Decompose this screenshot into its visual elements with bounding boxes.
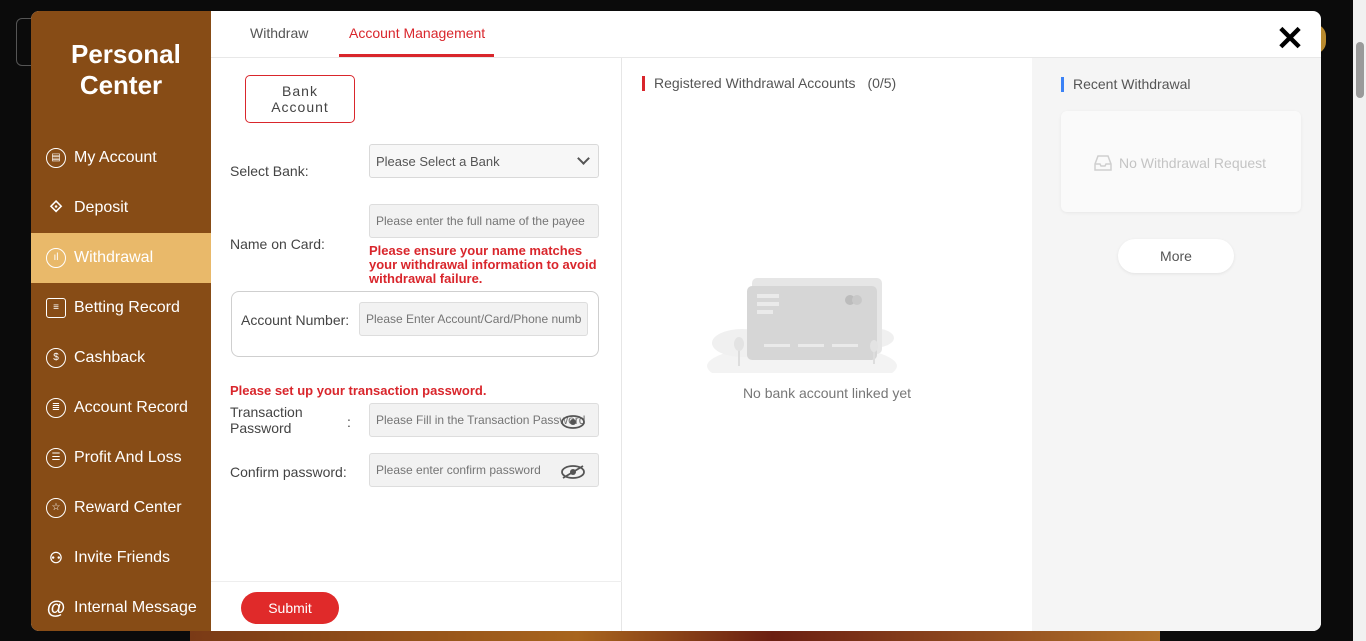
registered-accounts-panel: Registered Withdrawal Accounts (0/5) No … xyxy=(622,58,1032,631)
transaction-password-label: Transaction Password xyxy=(230,404,303,436)
sidebar-item-reward-center[interactable]: ☆ Reward Center xyxy=(31,483,211,533)
label-colon: : xyxy=(304,163,309,179)
registered-accounts-title: Registered Withdrawal Accounts (0/5) xyxy=(642,75,896,91)
clipboard-icon: ≡ xyxy=(46,298,66,318)
recent-withdrawal-title: Recent Withdrawal xyxy=(1061,76,1191,92)
bank-account-button[interactable]: Bank Account xyxy=(245,75,355,123)
account-form: Bank Account Select Bank: Please Select … xyxy=(211,58,622,631)
sidebar-item-my-account[interactable]: ▤ My Account xyxy=(31,133,211,183)
at-icon: @ xyxy=(46,597,66,619)
bank-select[interactable]: Please Select a Bank xyxy=(369,144,599,178)
label-colon: : xyxy=(321,236,325,252)
page-scrollbar[interactable] xyxy=(1353,0,1366,641)
no-withdrawal-request-text: No Withdrawal Request xyxy=(1119,155,1267,171)
sidebar-item-label: Invite Friends xyxy=(74,549,171,566)
sidebar-item-label: Profit And Loss xyxy=(74,449,182,466)
money-bag-icon: $ xyxy=(46,348,66,368)
ticket-icon: ⟐ xyxy=(49,199,63,216)
chevron-down-icon xyxy=(577,152,590,165)
recent-withdrawal-title-text: Recent Withdrawal xyxy=(1073,76,1191,92)
wallet-icon: ▤ xyxy=(46,148,66,168)
sidebar-nav: ▤ My Account ⟐ Deposit ıl Withdrawal ≡ B… xyxy=(31,133,211,631)
label-colon: : xyxy=(342,464,347,480)
account-number-group: Account Number: xyxy=(231,291,599,357)
inbox-icon xyxy=(1094,155,1112,171)
form-footer: Submit xyxy=(211,581,622,631)
title-accent-bar xyxy=(1061,77,1064,92)
personal-center-modal: Personal Center ▤ My Account ⟐ Deposit ı… xyxy=(31,11,1321,631)
sidebar-title: Personal Center xyxy=(71,39,181,100)
sidebar-item-betting-record[interactable]: ≡ Betting Record xyxy=(31,283,211,333)
name-on-card-label: Name on Card: xyxy=(230,236,325,252)
select-bank-label: Select Bank: xyxy=(230,163,309,179)
registered-accounts-count: (0/5) xyxy=(867,75,897,91)
sidebar-item-profit-and-loss[interactable]: ☰ Profit And Loss xyxy=(31,433,211,483)
list-icon: ☰ xyxy=(46,448,66,468)
title-accent-bar xyxy=(642,76,645,91)
sidebar-item-label: Deposit xyxy=(74,199,129,216)
star-icon: ☆ xyxy=(46,498,66,518)
recent-withdrawal-list: No Withdrawal Request xyxy=(1061,111,1301,212)
recent-withdrawal-empty: No Withdrawal Request xyxy=(1093,154,1266,172)
add-user-icon: ⚇ xyxy=(49,549,63,567)
sidebar-item-withdrawal[interactable]: ıl Withdrawal xyxy=(31,233,211,283)
sidebar-item-deposit[interactable]: ⟐ Deposit xyxy=(31,183,211,233)
withdraw-icon: ıl xyxy=(46,248,66,268)
sidebar-item-cashback[interactable]: $ Cashback xyxy=(31,333,211,383)
sidebar-item-invite-friends[interactable]: ⚇ Invite Friends xyxy=(31,533,211,583)
ledger-icon: ≣ xyxy=(46,398,66,418)
sidebar: Personal Center ▤ My Account ⟐ Deposit ı… xyxy=(31,11,211,631)
account-number-label-text: Account Number xyxy=(241,312,346,328)
name-warning: Please ensure your name matches your wit… xyxy=(369,243,597,286)
sidebar-item-label: Betting Record xyxy=(74,299,180,316)
more-button[interactable]: More xyxy=(1118,239,1234,273)
confirm-password-label: Confirm password: xyxy=(230,464,347,480)
sidebar-item-label: Account Record xyxy=(74,399,188,416)
registered-accounts-title-text: Registered Withdrawal Accounts xyxy=(654,75,856,91)
sidebar-item-account-record[interactable]: ≣ Account Record xyxy=(31,383,211,433)
tab-account-management[interactable]: Account Management xyxy=(339,11,494,57)
sidebar-item-internal-message[interactable]: @ Internal Message xyxy=(31,583,211,631)
sidebar-item-label: Reward Center xyxy=(74,499,182,516)
tab-bar: Withdraw Account Management xyxy=(211,11,1321,58)
account-number-input[interactable] xyxy=(359,302,588,336)
label-colon: : xyxy=(345,312,350,328)
tab-withdraw[interactable]: Withdraw xyxy=(250,11,308,57)
account-number-label: Account Number: xyxy=(241,312,349,328)
no-bank-account-message: No bank account linked yet xyxy=(742,385,912,401)
close-icon[interactable]: ✕ xyxy=(1275,22,1305,56)
scrollbar-thumb[interactable] xyxy=(1356,42,1364,98)
submit-button[interactable]: Submit xyxy=(241,592,339,624)
empty-card-illustration xyxy=(707,278,897,373)
transaction-password-colon: : xyxy=(347,414,351,430)
hide-password-eye-icon[interactable] xyxy=(561,465,585,479)
sidebar-item-label: Withdrawal xyxy=(74,249,154,266)
name-on-card-input[interactable] xyxy=(369,204,599,238)
bank-select-value: Please Select a Bank xyxy=(376,154,500,169)
password-warning: Please set up your transaction password. xyxy=(230,383,487,398)
sidebar-item-label: Cashback xyxy=(74,349,146,366)
confirm-password-label-text: Confirm password xyxy=(230,464,343,480)
sidebar-item-label: My Account xyxy=(74,149,157,166)
show-password-eye-icon[interactable] xyxy=(561,415,585,429)
select-bank-label-text: Select Bank xyxy=(230,163,305,179)
sidebar-item-label: Internal Message xyxy=(74,599,197,616)
recent-withdrawal-panel: Recent Withdrawal No Withdrawal Request … xyxy=(1032,58,1321,631)
name-on-card-label-text: Name on Card xyxy=(230,236,322,252)
